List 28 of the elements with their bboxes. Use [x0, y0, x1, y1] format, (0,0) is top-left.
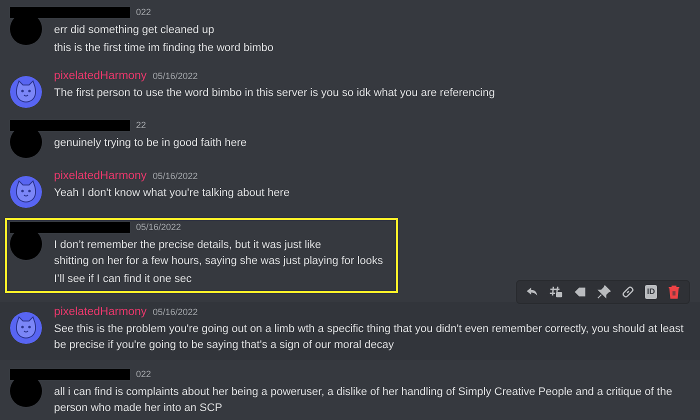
- timestamp: 05/16/2022: [152, 307, 198, 317]
- message-text: genuinely trying to be in good faith here: [54, 136, 248, 151]
- timestamp: 022: [136, 369, 152, 379]
- cat-avatar-icon[interactable]: [10, 76, 42, 108]
- timestamp: 05/16/2022: [136, 222, 182, 232]
- message-text: See this is the problem you're going out on a limb wth a specific thing that you didn't even remember correctly, you should at least be precise if you're going to be saying that's a sign of our moral decay: [54, 322, 684, 353]
- timestamp: 05/16/2022: [152, 171, 198, 181]
- username[interactable]: pixelatedHarmony: [54, 306, 147, 318]
- pin-icon[interactable]: [597, 285, 611, 299]
- message-text: Yeah I don't know what you're talking about here: [54, 186, 291, 201]
- cat-avatar-icon[interactable]: [10, 176, 42, 208]
- username[interactable]: pixelatedHarmony: [54, 70, 147, 82]
- timestamp: 022: [136, 7, 152, 17]
- copy-id-button[interactable]: ID: [645, 285, 657, 299]
- tag-icon[interactable]: [573, 285, 587, 299]
- cat-avatar-icon[interactable]: [10, 312, 42, 344]
- message-text: all i can find is complaints about her being a poweruser, a dislike of her handling of Simply Creative People and a critique of the person who made her into an SCP: [54, 385, 674, 416]
- message-text: I don’t remember the precise details, but it was just like shitting on her for a few hours, saying she was just playing for looks: [54, 238, 384, 269]
- message-text: err did something get cleaned up: [54, 23, 216, 38]
- link-icon[interactable]: [621, 285, 635, 299]
- trash-icon[interactable]: [667, 285, 681, 299]
- thread-icon[interactable]: [549, 285, 563, 299]
- message-text: The first person to use the word bimbo in this server is you so idk what you are referencing: [54, 86, 496, 101]
- timestamp: 22: [136, 120, 146, 130]
- message-text: I’ll see if I can find it one sec: [54, 272, 193, 287]
- timestamp: 05/16/2022: [152, 71, 198, 81]
- message-text: this is the first time im finding the word bimbo: [54, 41, 274, 56]
- username[interactable]: pixelatedHarmony: [54, 170, 147, 182]
